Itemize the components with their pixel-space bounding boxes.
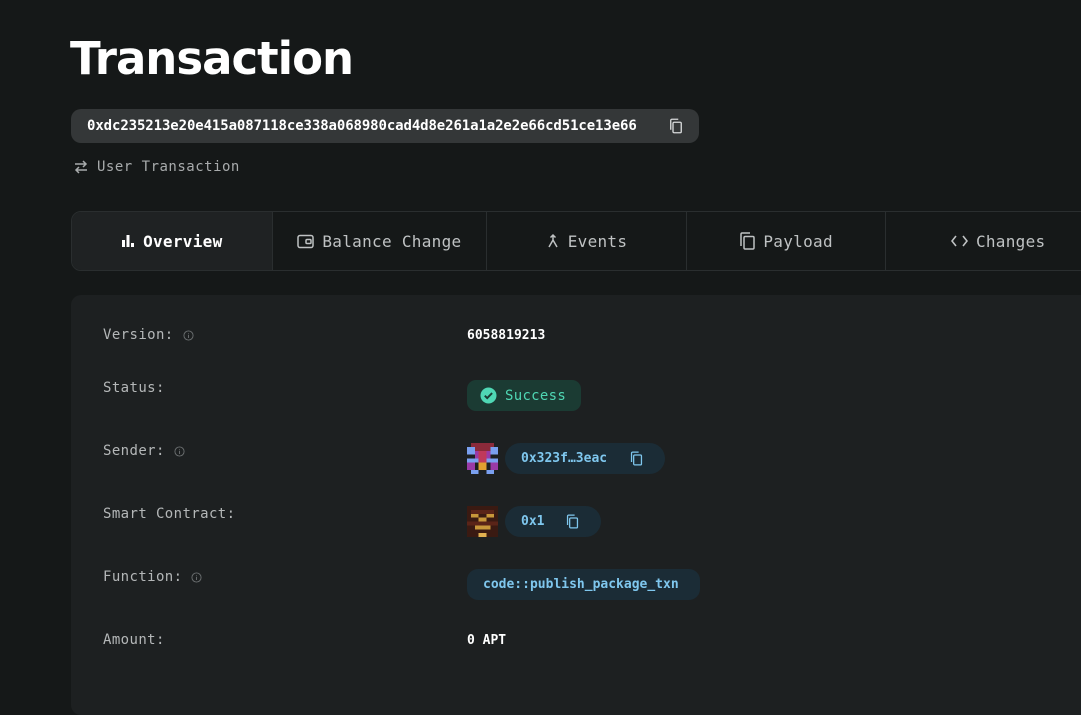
tab-label: Changes <box>975 231 1046 251</box>
sender-label-row: Sender: <box>103 443 185 459</box>
swap-arrows-icon <box>74 160 88 174</box>
transaction-hash: 0xdc235213e20e415a087118ce338a068980cad4… <box>87 118 637 134</box>
merge-icon <box>548 233 558 248</box>
transaction-type: User Transaction <box>73 159 240 175</box>
contract-address-text: 0x1 <box>521 514 545 529</box>
tab-bar: Overview Balance Change Events Payload C… <box>71 211 1081 271</box>
contract-avatar <box>467 506 498 537</box>
amount-label: Amount: <box>103 632 165 648</box>
transaction-type-label: User Transaction <box>97 159 240 175</box>
bar-chart-icon <box>122 235 135 247</box>
page-title: Transaction <box>70 32 354 85</box>
status-badge: Success <box>467 380 581 411</box>
status-label-row: Status: <box>103 380 165 396</box>
status-label: Status: <box>103 380 165 396</box>
contract-label: Smart Contract: <box>103 506 236 522</box>
version-label: Version: <box>103 327 174 343</box>
version-label-row: Version: <box>103 327 194 343</box>
wallet-icon <box>297 234 315 248</box>
copy-icon[interactable] <box>628 450 645 467</box>
code-icon <box>950 235 968 247</box>
tab-label: Balance Change <box>322 231 462 251</box>
contract-address[interactable]: 0x1 <box>505 506 601 537</box>
tab-payload[interactable]: Payload <box>687 212 887 270</box>
tab-overview[interactable]: Overview <box>72 212 273 270</box>
tab-label: Events <box>567 231 628 251</box>
check-circle-icon <box>480 387 497 404</box>
contract-label-row: Smart Contract: <box>103 506 235 522</box>
sender-address-text: 0x323f…3eac <box>521 451 608 466</box>
function-label-row: Function: <box>103 569 203 585</box>
amount-value: 0 APT <box>467 633 507 648</box>
function-name[interactable]: code::publish_package_txn <box>467 569 700 600</box>
transaction-hash-pill: 0xdc235213e20e415a087118ce338a068980cad4… <box>71 109 699 143</box>
copy-icon[interactable] <box>667 117 685 135</box>
copy-icon[interactable] <box>564 513 581 530</box>
overview-panel <box>71 295 1081 715</box>
sender-label: Sender: <box>103 443 165 459</box>
function-label: Function: <box>103 569 183 585</box>
tab-events[interactable]: Events <box>487 212 687 270</box>
sender-avatar <box>467 443 498 474</box>
info-icon[interactable] <box>191 571 203 583</box>
tab-label: Overview <box>143 231 223 251</box>
sender-address[interactable]: 0x323f…3eac <box>505 443 665 474</box>
amount-label-row: Amount: <box>103 632 165 648</box>
tab-label: Payload <box>763 231 833 251</box>
copy-pages-icon <box>740 232 756 250</box>
tab-balance-change[interactable]: Balance Change <box>273 212 488 270</box>
status-text: Success <box>505 387 567 404</box>
info-icon[interactable] <box>183 329 194 341</box>
version-value: 6058819213 <box>467 328 546 343</box>
info-icon[interactable] <box>174 445 185 457</box>
tab-changes[interactable]: Changes <box>886 212 1081 270</box>
